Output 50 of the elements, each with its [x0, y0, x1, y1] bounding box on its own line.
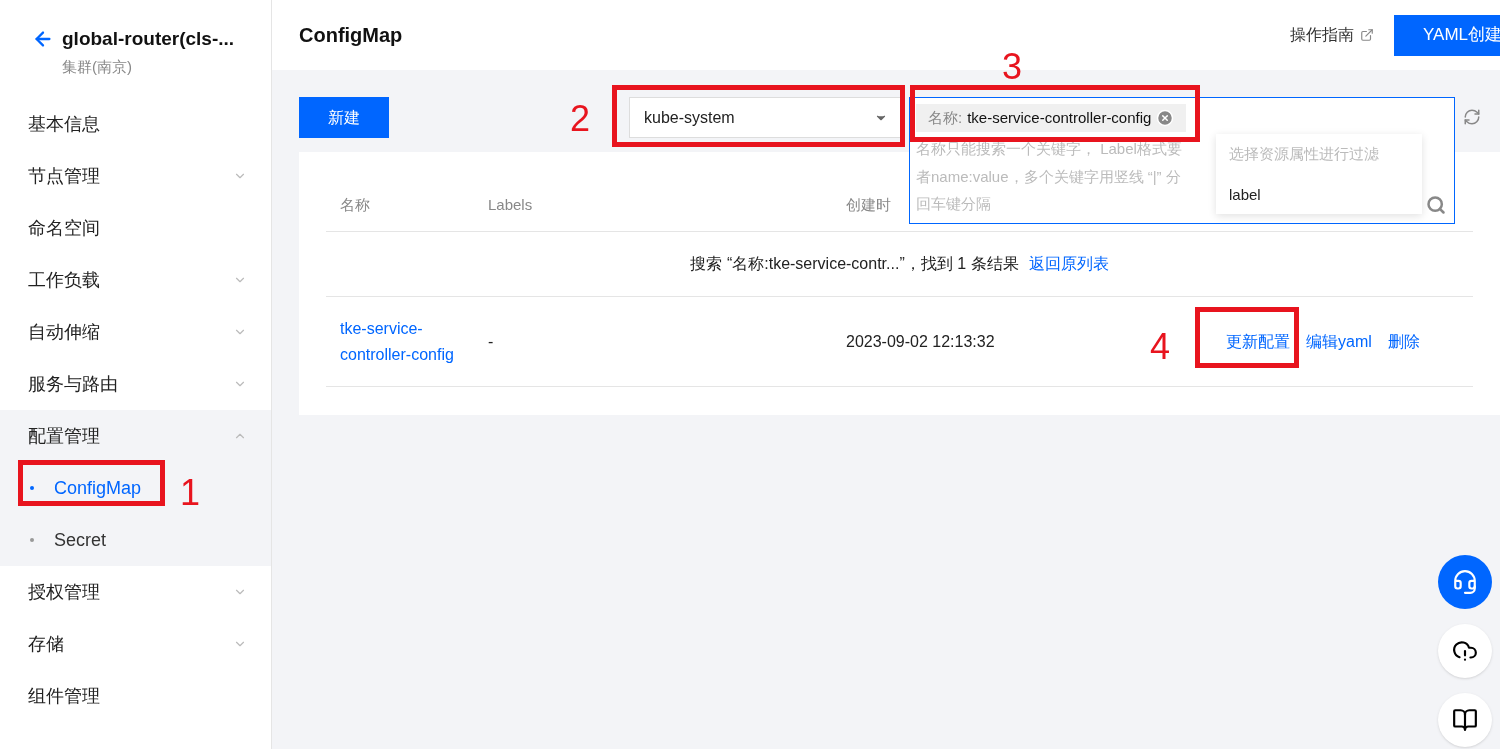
- sidebar-item[interactable]: 存储: [0, 618, 271, 670]
- sidebar-subitem[interactable]: Secret: [30, 526, 107, 554]
- book-icon: [1452, 707, 1478, 733]
- cluster-name: global-router(cls-...: [62, 27, 235, 51]
- annotation-number: 3: [1002, 45, 1023, 89]
- sidebar-item[interactable]: 基本信息: [0, 98, 271, 150]
- annotation-number: 1: [180, 471, 201, 515]
- column-header: Labels: [488, 195, 534, 216]
- sidebar-item[interactable]: 服务与路由: [0, 358, 271, 410]
- bullet-icon: [30, 538, 34, 542]
- cluster-region: 集群(南京): [61, 56, 133, 77]
- namespace-select[interactable]: kube-system: [629, 97, 903, 138]
- sidebar-item[interactable]: 组件管理: [0, 670, 271, 722]
- column-header: 名称: [339, 195, 371, 216]
- filter-tag[interactable]: 名称: tke-service-controller-config: [916, 104, 1187, 132]
- search-icon[interactable]: [1426, 195, 1446, 215]
- search-summary: 搜索 “名称:tke-service-contr...”，找到 1 条结果: [690, 254, 1019, 274]
- configmap-name-link[interactable]: tke-service-controller-config: [326, 315, 488, 368]
- sidebar-subitem[interactable]: ConfigMap: [30, 474, 142, 502]
- search-hint: 者name:value，多个关键字用竖线 “|” 分: [916, 166, 1182, 187]
- page-title: ConfigMap: [299, 23, 403, 48]
- dropdown-option[interactable]: label: [1216, 165, 1422, 206]
- table-cell: 2023-09-02 12:13:32: [846, 332, 995, 350]
- column-header: 创建时: [846, 195, 891, 216]
- sidebar-item[interactable]: 命名空间: [0, 202, 271, 254]
- annotation-number: 4: [1150, 325, 1171, 369]
- bullet-icon: [30, 486, 34, 490]
- annotation-number: 2: [570, 97, 591, 141]
- refresh-icon[interactable]: [1463, 108, 1481, 126]
- external-link-icon: [1360, 28, 1374, 42]
- sidebar-item[interactable]: 工作负载: [0, 254, 271, 306]
- sidebar-item[interactable]: 自动伸缩: [0, 306, 271, 358]
- row-action-link[interactable]: 编辑yaml: [1306, 329, 1372, 354]
- sidebar-item[interactable]: 授权管理: [0, 566, 271, 618]
- create-button[interactable]: 新建: [299, 97, 389, 138]
- filter-value: tke-service-controller-config: [967, 107, 1152, 128]
- support-button[interactable]: [1438, 555, 1492, 609]
- docs-button[interactable]: [1438, 693, 1492, 747]
- search-hint: 回车键分隔: [916, 194, 992, 214]
- table-cell-text: -: [488, 331, 495, 352]
- clear-tag-icon[interactable]: [1156, 109, 1175, 127]
- row-action-link[interactable]: 更新配置: [1226, 329, 1290, 354]
- sidebar-item[interactable]: 配置管理: [0, 410, 271, 462]
- alert-button[interactable]: [1438, 624, 1492, 678]
- dropdown-title: 选择资源属性进行过滤: [1228, 144, 1380, 164]
- sidebar-item[interactable]: 节点管理: [0, 150, 271, 202]
- back-to-list-link[interactable]: 返回原列表: [1028, 252, 1109, 276]
- row-action-link[interactable]: 删除: [1387, 329, 1420, 354]
- guide-link[interactable]: 操作指南: [1290, 23, 1374, 47]
- filter-key: 名称:: [928, 106, 963, 130]
